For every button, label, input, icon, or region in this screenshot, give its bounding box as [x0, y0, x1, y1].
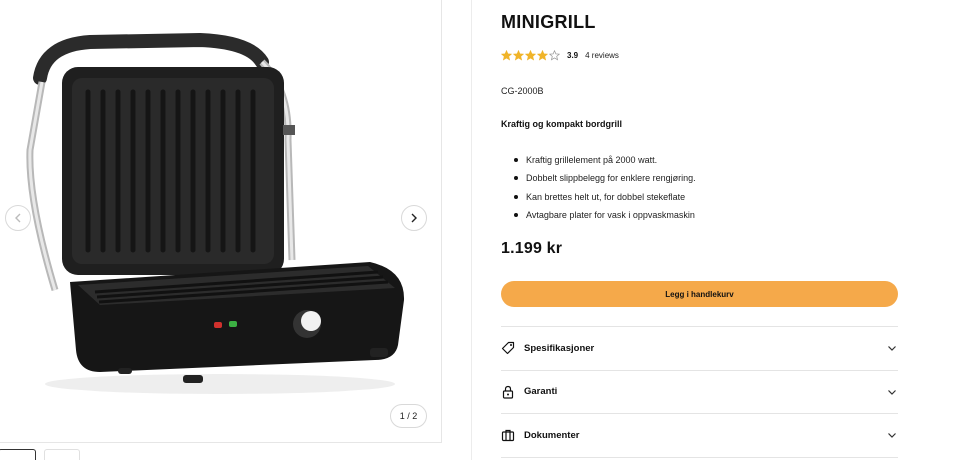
product-price: 1.199 kr — [501, 240, 563, 257]
list-item: Dobbelt slippbelegg for enklere rengjøri… — [514, 169, 696, 187]
star-icon — [537, 50, 548, 61]
product-title: MINIGRILL — [501, 12, 596, 32]
star-icon — [525, 50, 536, 61]
review-count-link[interactable]: 4 reviews — [585, 51, 619, 60]
list-item: Kraftig grillelement på 2000 watt. — [514, 151, 696, 169]
thumbnail-1[interactable] — [0, 449, 36, 460]
next-image-button[interactable] — [401, 205, 427, 231]
star-icon — [501, 50, 512, 61]
product-subtitle: Kraftig og kompakt bordgrill — [501, 119, 623, 129]
rating-stars — [501, 50, 560, 61]
chevron-left-icon — [15, 213, 21, 223]
add-to-cart-button[interactable]: Legg i handlekurv — [501, 281, 898, 307]
product-rating[interactable]: 3.9 4 reviews — [501, 50, 619, 61]
accordion-bottom-border — [501, 456, 898, 458]
accordion-label: Garanti — [524, 386, 558, 398]
accordion-documents[interactable]: Dokumenter — [501, 413, 898, 457]
briefcase-icon — [501, 428, 515, 442]
thumbnail-2[interactable] — [44, 449, 80, 460]
lock-icon — [501, 385, 515, 399]
chevron-down-icon — [888, 389, 896, 395]
thumbnail-strip — [0, 449, 80, 460]
column-divider — [471, 0, 472, 460]
rating-score: 3.9 — [567, 51, 579, 60]
prev-image-button[interactable] — [5, 205, 31, 231]
accordion-label: Spesifikasjoner — [524, 342, 595, 354]
feature-list: Kraftig grillelement på 2000 watt. Dobbe… — [514, 151, 696, 224]
product-gallery: 1 / 2 — [0, 0, 442, 443]
list-item: Kan brettes helt ut, for dobbel stekefla… — [514, 188, 696, 206]
chevron-down-icon — [888, 346, 896, 352]
chevron-down-icon — [888, 433, 896, 439]
accordion-label: Dokumenter — [524, 429, 580, 441]
tag-icon — [501, 341, 515, 355]
product-image[interactable] — [0, 0, 442, 443]
product-sku: CG-2000B — [501, 86, 544, 96]
image-counter: 1 / 2 — [390, 404, 427, 428]
star-icon — [549, 50, 560, 61]
product-accordion: Spesifikasjoner Garanti Dokumenter — [501, 326, 898, 458]
star-icon — [513, 50, 524, 61]
accordion-specifications[interactable]: Spesifikasjoner — [501, 326, 898, 370]
accordion-warranty[interactable]: Garanti — [501, 369, 898, 414]
chevron-right-icon — [411, 213, 417, 223]
list-item: Avtagbare plater for vask i oppvaskmaski… — [514, 206, 696, 224]
